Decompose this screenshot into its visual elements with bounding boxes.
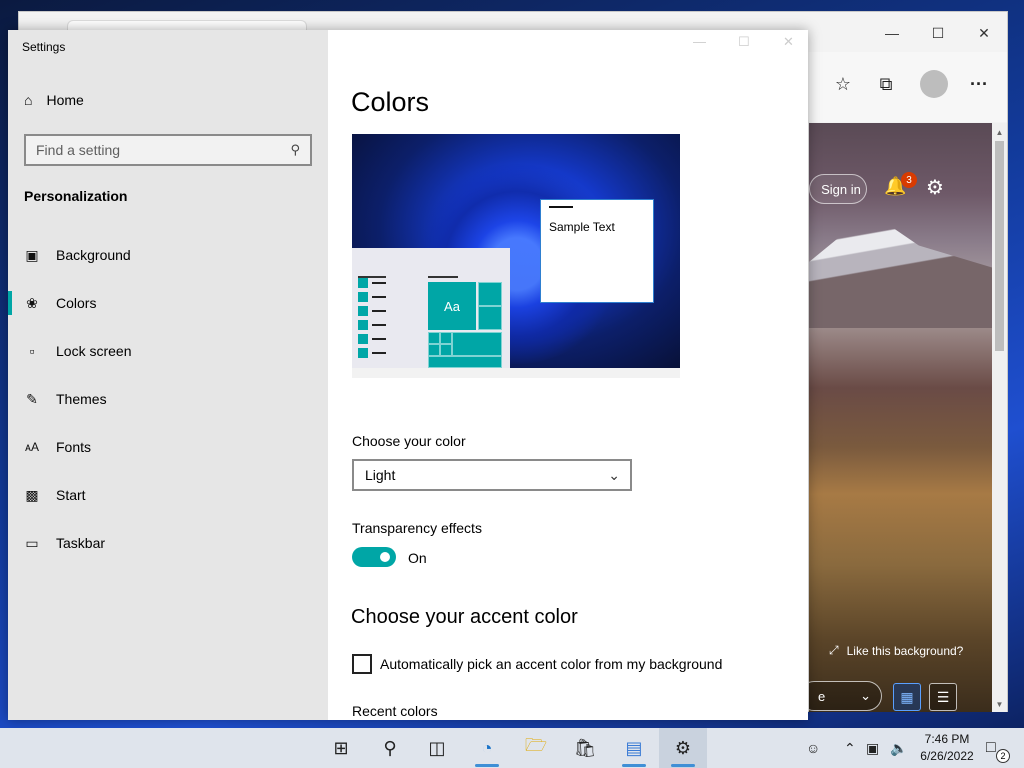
close-icon[interactable]: ✕ [783,34,794,50]
control-panel-icon[interactable]: ▤ [610,728,658,768]
settings-sidebar: Settings ⌂ Home ⚲ Personalization ▣ Back… [8,30,328,720]
sidebar-item-lock-screen[interactable]: ▫ Lock screen [8,331,328,371]
recent-colors-label: Recent colors [352,703,438,719]
start-icon: ▩ [25,486,39,503]
choose-color-label: Choose your color [352,433,466,449]
browser-scrollbar[interactable]: ▲ ▼ [992,123,1007,712]
grid-view-icon[interactable]: ▦ [893,683,921,711]
chevron-down-icon: ⌄ [860,688,871,703]
sidebar-item-label: Fonts [56,439,92,455]
sidebar-item-label: Background [56,247,131,263]
search-icon[interactable]: ⚲ [366,728,414,768]
feed-dropdown[interactable]: e ⌄ [809,681,882,711]
home-label: Home [46,92,84,108]
profile-icon[interactable] [920,70,948,98]
new-tab-page: Sign in 🔔 3 ⚙ ⤢ Like this background? e … [809,123,992,712]
notification-badge: 3 [901,172,917,188]
auto-accent-option[interactable]: Automatically pick an accent color from … [352,654,722,674]
search-icon[interactable]: ⚲ [290,142,300,158]
search-box[interactable]: ⚲ [24,134,312,166]
sidebar-item-colors[interactable]: ❀ Colors [8,283,328,323]
start-icon[interactable]: ⊞ [317,728,365,768]
preview-start-menu: Aa [352,248,510,368]
more-icon[interactable]: ··· [965,70,993,98]
people-icon[interactable]: ☺ [806,728,820,768]
auto-accent-checkbox[interactable] [352,654,372,674]
preview-sample-window: Sample Text [540,199,654,303]
like-background-label: Like this background? [846,643,964,658]
maximize-icon[interactable]: ☐ [915,20,961,46]
scroll-up-icon[interactable]: ▲ [992,125,1007,139]
expand-icon: ⤢ [829,643,839,657]
fonts-icon: ᴀA [25,440,39,454]
sidebar-item-label: Lock screen [56,343,132,359]
taskbar-icon: ▭ [25,534,39,551]
chevron-up-icon[interactable]: ⌃ [844,728,856,768]
sidebar-item-start[interactable]: ▩ Start [8,475,328,515]
minimize-icon[interactable]: — [869,20,915,46]
store-icon[interactable]: 🛍 [561,728,609,768]
favorites-icon[interactable]: ☆ [829,70,857,98]
maximize-icon[interactable]: ☐ [738,34,750,50]
scroll-down-icon[interactable]: ▼ [992,697,1007,711]
sidebar-item-label: Taskbar [56,535,106,551]
sidebar-item-taskbar[interactable]: ▭ Taskbar [8,523,328,563]
clock-time: 7:46 PM [924,732,970,746]
color-preview: Aa Sample Text [352,134,680,368]
sidebar-item-label: Themes [56,391,107,407]
section-heading: Personalization [24,188,128,204]
transparency-label: Transparency effects [352,520,482,536]
palette-icon: ❀ [26,294,38,311]
list-view-icon[interactable]: ☰ [929,683,957,711]
sidebar-item-label: Start [56,487,86,503]
file-explorer-icon[interactable]: 🗁 [512,728,560,768]
sidebar-item-fonts[interactable]: ᴀA Fonts [8,427,328,467]
taskbar: ⊞ ⚲ ◫ ◔ 🗁 🛍 ▤ ⚙ ☺ ⌃ ▣ 🔈 7:46 PM 6/26/202… [0,728,1024,768]
search-input[interactable] [36,142,276,158]
home-icon: ⌂ [24,92,33,108]
chevron-down-icon: ⌄ [608,466,620,483]
home-link[interactable]: ⌂ Home [24,92,84,108]
scroll-thumb[interactable] [995,141,1004,351]
transparency-toggle[interactable] [352,547,396,567]
notification-count-badge: 2 [996,749,1010,763]
minimize-icon[interactable]: — [693,34,706,49]
clock-date: 6/26/2022 [920,749,974,763]
settings-window: Settings ⌂ Home ⚲ Personalization ▣ Back… [8,30,808,720]
auto-accent-label: Automatically pick an accent color from … [380,656,723,672]
page-title: Colors [351,87,430,117]
collections-icon[interactable]: ⧉ [872,70,900,98]
sidebar-item-label: Colors [56,295,97,311]
settings-icon[interactable]: ⚙ [659,728,707,768]
accent-heading: Choose your accent color [351,606,578,628]
background-image [809,218,992,328]
themes-icon: ✎ [26,390,38,407]
window-title: Settings [22,40,66,54]
sample-text: Sample Text [549,220,615,234]
edge-icon[interactable]: ◔ [463,728,511,768]
notification-icon[interactable]: □ [986,728,996,768]
sidebar-item-themes[interactable]: ✎ Themes [8,379,328,419]
clock[interactable]: 7:46 PM 6/26/2022 [916,731,978,765]
network-icon[interactable]: ▣ [866,728,879,768]
task-view-icon[interactable]: ◫ [413,728,461,768]
preview-tile: Aa [428,282,476,330]
choose-color-select[interactable]: Light ⌄ [352,459,632,491]
lock-screen-icon: ▫ [29,343,35,359]
close-icon[interactable]: ✕ [961,20,1007,46]
feed-dropdown-label: e [818,688,826,704]
sidebar-item-background[interactable]: ▣ Background [8,235,328,275]
like-background-link[interactable]: ⤢ Like this background? [829,643,963,658]
signin-button[interactable]: Sign in [809,174,867,204]
picture-icon: ▣ [25,246,39,263]
choose-color-value: Light [365,467,396,483]
settings-main: — ☐ ✕ Colors Aa Sample Text Choose your … [328,30,808,720]
toggle-knob [380,552,390,562]
transparency-state: On [408,550,427,566]
gear-icon[interactable]: ⚙ [926,175,944,200]
volume-icon[interactable]: 🔈 [890,728,907,768]
